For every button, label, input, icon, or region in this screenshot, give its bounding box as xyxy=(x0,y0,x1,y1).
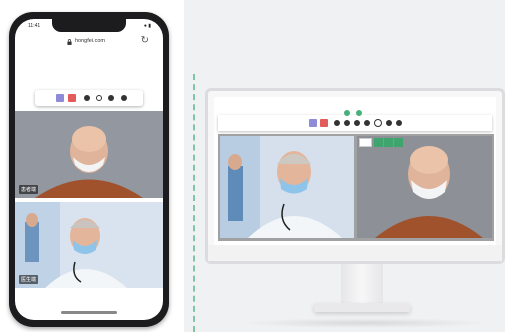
phone-notch xyxy=(52,19,126,32)
video-toggle-button[interactable] xyxy=(56,94,64,102)
monitor-stand-base xyxy=(314,303,410,312)
monitor-shadow xyxy=(240,318,490,328)
patient-video: 患者端 xyxy=(15,111,163,198)
camera-switch-button[interactable] xyxy=(96,95,102,101)
doctor-video-label: 医生端 xyxy=(19,275,39,284)
desktop-patient-video xyxy=(357,136,492,238)
desktop-speaker-button[interactable] xyxy=(344,120,350,126)
more-button[interactable] xyxy=(121,95,127,101)
desktop-more-button[interactable] xyxy=(396,120,402,126)
speaker-button[interactable] xyxy=(108,95,114,101)
overlay-label-box xyxy=(359,138,372,147)
desktop-screen-share-button[interactable] xyxy=(364,120,370,126)
desktop-mic-button[interactable] xyxy=(334,120,340,126)
phone-screen: 11:41 ● ▮ hongfei.com ↻ 患者端 医生端 xyxy=(15,19,163,320)
hangup-button[interactable] xyxy=(68,94,76,102)
desktop-doctor-video-image xyxy=(220,136,354,238)
reload-icon[interactable]: ↻ xyxy=(141,36,149,46)
patient-video-label: 患者端 xyxy=(19,185,39,194)
desktop-settings-button[interactable] xyxy=(386,120,392,126)
desktop-camera-button[interactable] xyxy=(354,120,360,126)
monitor-chin xyxy=(208,245,502,261)
browser-address-bar[interactable]: hongfei.com ↻ xyxy=(27,34,151,50)
desktop-video-stage xyxy=(218,134,494,241)
desktop-call-toolbar xyxy=(218,110,492,131)
overlay-green-button-3[interactable] xyxy=(394,138,403,147)
monitor-stand-neck xyxy=(341,264,383,304)
desktop-video-toggle-button[interactable] xyxy=(309,119,317,127)
url-text: hongfei.com xyxy=(75,38,105,44)
overlay-green-button-2[interactable] xyxy=(384,138,393,147)
desktop-hangup-button[interactable] xyxy=(320,119,328,127)
mic-button[interactable] xyxy=(84,95,90,101)
home-indicator xyxy=(61,311,117,314)
desktop-doctor-video xyxy=(220,136,354,238)
desktop-record-button[interactable] xyxy=(374,119,382,127)
doctor-video: 医生端 xyxy=(15,202,163,288)
phone-device: 11:41 ● ▮ hongfei.com ↻ 患者端 医生端 xyxy=(9,12,169,327)
desktop-patient-video-image xyxy=(357,136,492,238)
desktop-monitor xyxy=(205,88,505,264)
status-time: 11:41 xyxy=(28,23,41,29)
camera-active-indicator xyxy=(356,110,362,116)
dashed-divider xyxy=(193,74,195,332)
monitor-screen xyxy=(214,97,496,245)
speaker-active-indicator xyxy=(344,110,350,116)
status-indicators: ● ▮ xyxy=(143,23,151,29)
video-overlay-controls xyxy=(359,138,403,147)
overlay-green-button-1[interactable] xyxy=(374,138,383,147)
phone-call-toolbar xyxy=(35,90,143,106)
lock-icon xyxy=(67,39,72,45)
